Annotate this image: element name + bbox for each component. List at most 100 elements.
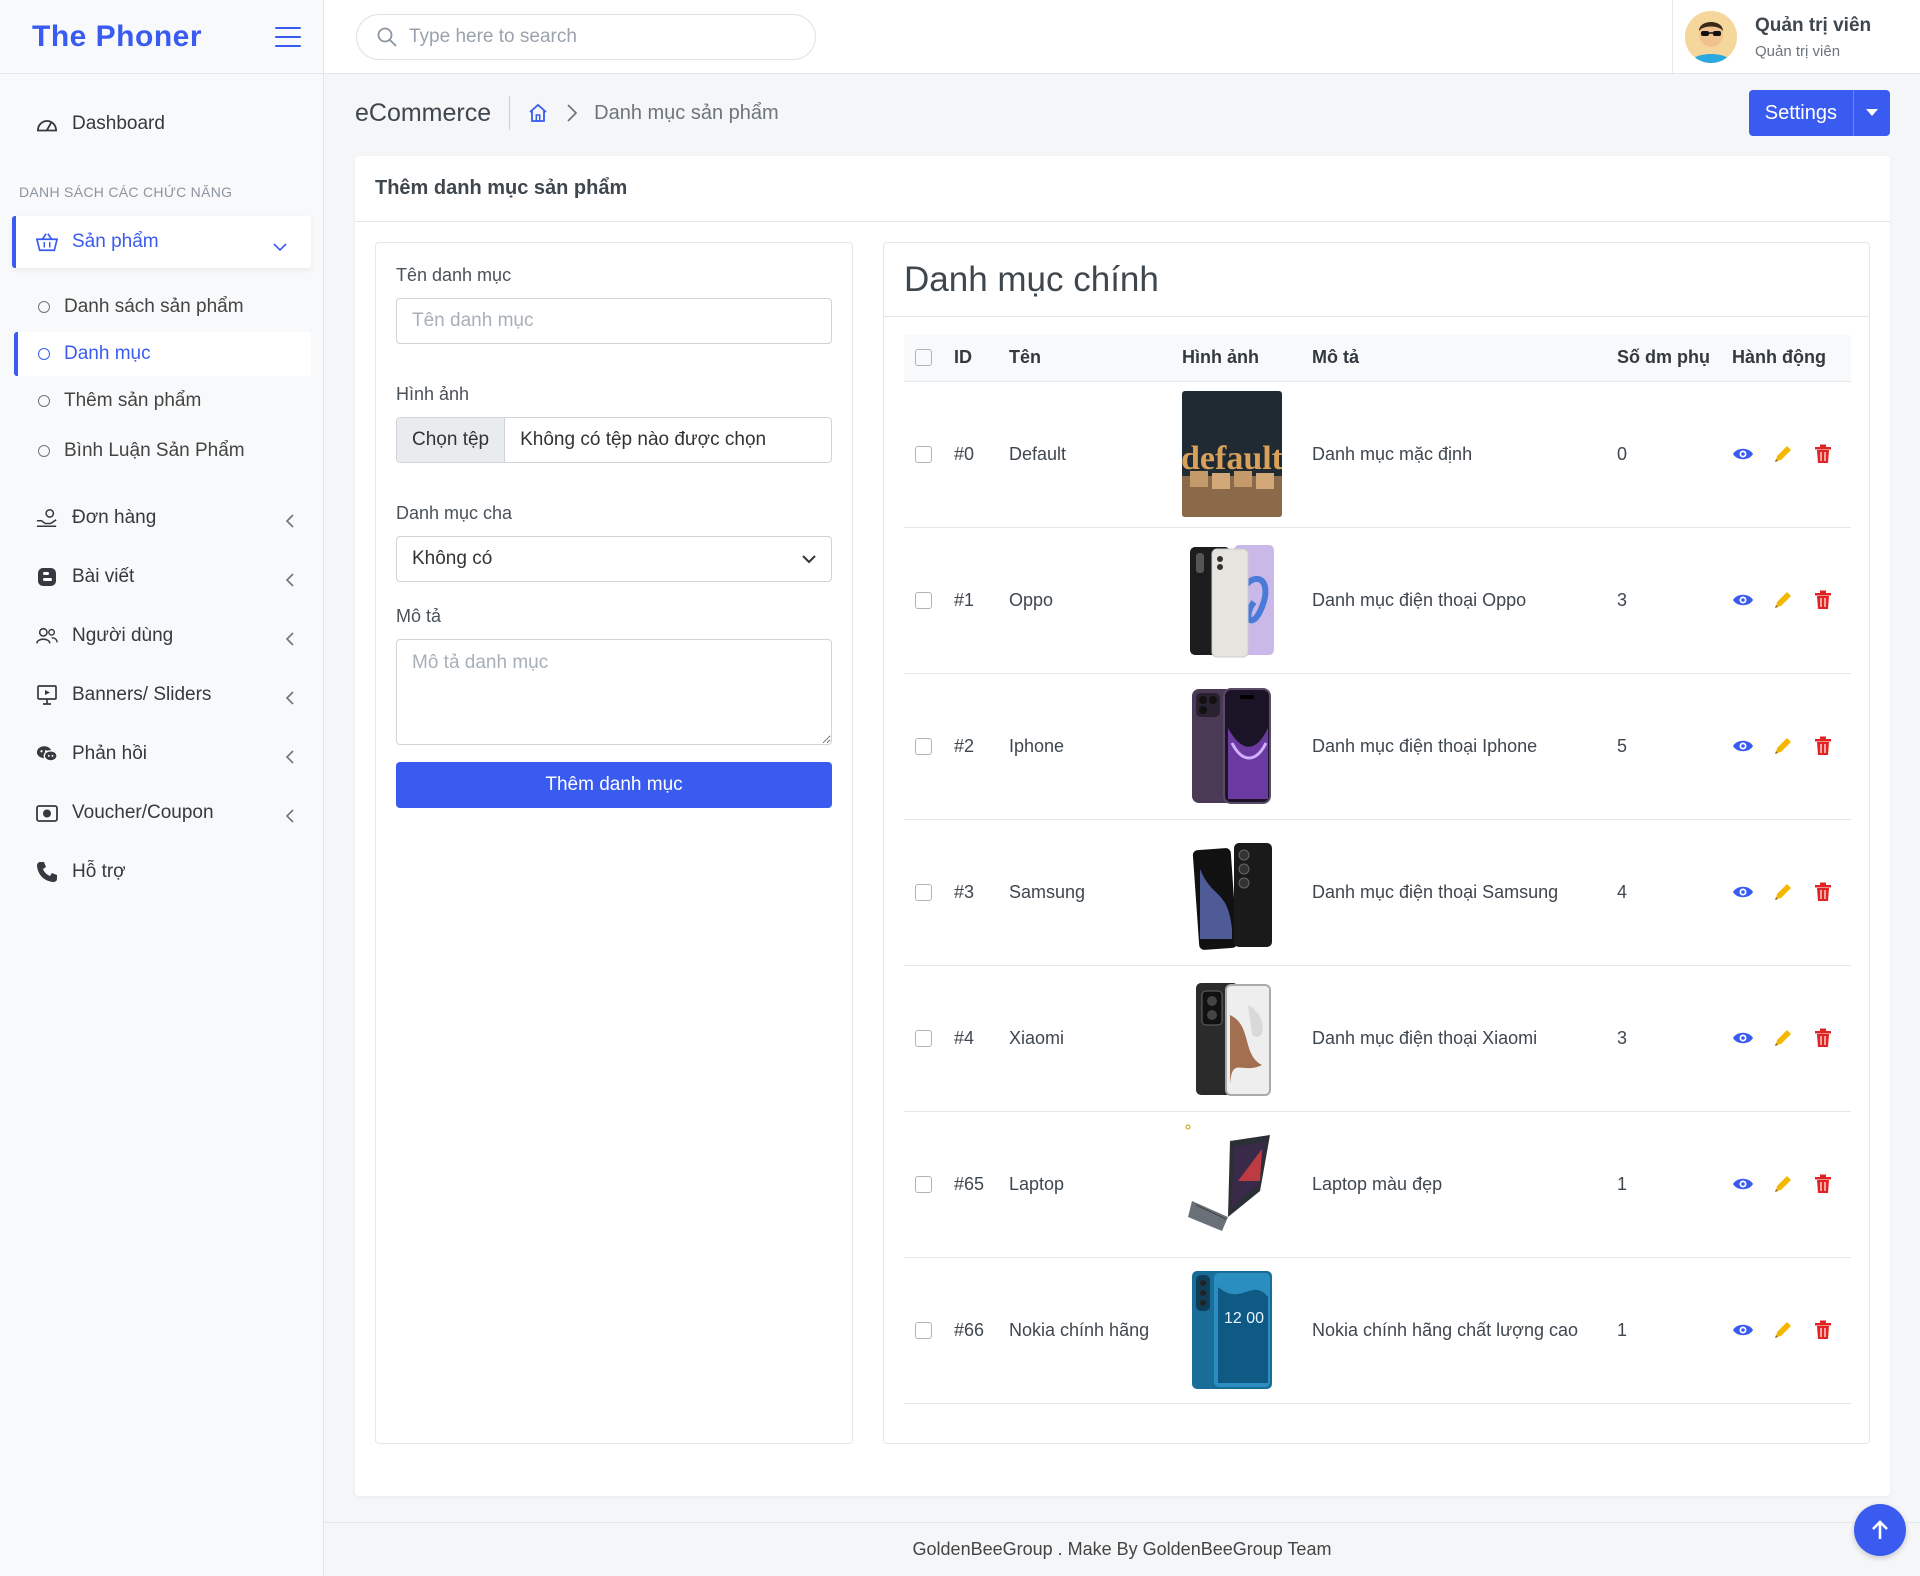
parent-category-select[interactable]: Không có <box>396 536 832 582</box>
sidebar-item-feedback[interactable]: Phản hồi <box>0 724 323 783</box>
image-text: default <box>1182 440 1282 477</box>
row-checkbox[interactable] <box>915 737 932 755</box>
chevron-left-icon <box>285 689 297 705</box>
sidebar-item-posts[interactable]: Bài viết <box>0 547 323 606</box>
cell-id: #66 <box>954 1257 1009 1404</box>
settings-button[interactable]: Settings <box>1748 90 1890 136</box>
search-input[interactable] <box>409 26 789 48</box>
hand-money-icon <box>36 507 58 529</box>
edit-icon[interactable] <box>1772 735 1794 757</box>
settings-button-label: Settings <box>1749 90 1854 136</box>
sidebar-subitem-label: Bình Luận Sản Phẩm <box>64 440 245 461</box>
view-icon[interactable] <box>1732 443 1754 465</box>
brand-title[interactable]: The Phoner <box>32 20 202 54</box>
gauge-icon <box>36 113 58 135</box>
cell-sub-count: 1 <box>1617 1111 1732 1258</box>
row-checkbox[interactable] <box>915 883 932 901</box>
edit-icon[interactable] <box>1772 1319 1794 1341</box>
delete-icon[interactable] <box>1812 1319 1834 1341</box>
row-checkbox[interactable] <box>915 1029 932 1047</box>
image-text: 12 00 <box>1224 1310 1264 1327</box>
sidebar-item-dashboard[interactable]: Dashboard <box>0 102 323 146</box>
col-header-description: Mô tả <box>1308 335 1617 382</box>
view-icon[interactable] <box>1732 1319 1754 1341</box>
breadcrumb-current: Danh mục sản phẩm <box>594 101 779 124</box>
cell-id: #3 <box>954 819 1009 966</box>
brand-bar: The Phoner <box>0 0 323 74</box>
col-header-id[interactable]: ID <box>954 335 1009 382</box>
row-checkbox[interactable] <box>915 591 932 609</box>
col-header-name[interactable]: Tên <box>1009 335 1182 382</box>
categories-table: ID Tên Hình ảnh Mô tả Số dm phụ Hành độn… <box>904 335 1851 1404</box>
view-icon[interactable] <box>1732 589 1754 611</box>
sidebar-item-orders[interactable]: Đơn hàng <box>0 488 323 547</box>
chevron-right-icon <box>566 104 578 122</box>
circle-icon <box>38 348 50 360</box>
category-card: Thêm danh mục sản phẩm Tên danh mục Hình… <box>355 156 1890 1496</box>
cell-description: Danh mục điện thoại Oppo <box>1308 527 1617 674</box>
search-box[interactable] <box>356 14 816 60</box>
row-checkbox[interactable] <box>915 1175 932 1193</box>
sidebar-item-label: Sản phẩm <box>72 231 159 252</box>
cell-description: Danh mục mặc định <box>1308 381 1617 528</box>
avatar[interactable] <box>1685 11 1737 63</box>
sidebar-item-banners[interactable]: Banners/ Sliders <box>0 665 323 724</box>
sidebar-item-label: Đơn hàng <box>72 506 157 528</box>
add-category-button[interactable]: Thêm danh mục <box>396 762 832 808</box>
description-textarea[interactable] <box>396 639 832 745</box>
sidebar-subitem-categories[interactable]: Danh mục <box>14 332 311 376</box>
cell-id: #1 <box>954 527 1009 674</box>
row-checkbox[interactable] <box>915 445 932 463</box>
sidebar-item-voucher[interactable]: Voucher/Coupon <box>0 783 323 842</box>
home-icon[interactable] <box>528 103 548 123</box>
delete-icon[interactable] <box>1812 881 1834 903</box>
sidebar-item-products[interactable]: Sản phẩm <box>12 216 311 268</box>
delete-icon[interactable] <box>1812 443 1834 465</box>
edit-icon[interactable] <box>1772 1027 1794 1049</box>
table-row: #65 Laptop Laptop màu đẹp 1 <box>904 1111 1851 1258</box>
sidebar-item-label: Người dùng <box>72 624 174 646</box>
view-icon[interactable] <box>1732 1173 1754 1195</box>
sidebar-item-label: Voucher/Coupon <box>72 801 214 823</box>
category-image <box>1182 537 1282 663</box>
edit-icon[interactable] <box>1772 1173 1794 1195</box>
edit-icon[interactable] <box>1772 443 1794 465</box>
camera-icon <box>36 802 58 824</box>
sidebar-subitem-product-reviews[interactable]: Bình Luận Sản Phẩm <box>0 426 323 476</box>
chevron-left-icon <box>285 571 297 587</box>
view-icon[interactable] <box>1732 881 1754 903</box>
table-title: Danh mục chính <box>884 243 1869 317</box>
sidebar-item-users[interactable]: Người dùng <box>0 606 323 665</box>
col-header-sub-count[interactable]: Số dm phụ <box>1617 335 1732 382</box>
sidebar-subitem-product-list[interactable]: Danh sách sản phẩm <box>0 282 323 332</box>
caret-down-icon[interactable] <box>1854 90 1890 136</box>
delete-icon[interactable] <box>1812 589 1834 611</box>
sidebar-subitem-add-product[interactable]: Thêm sản phẩm <box>0 376 323 426</box>
scroll-to-top-button[interactable] <box>1854 1504 1906 1556</box>
table-row: #4 Xiaomi Danh mục điện thoại Xiaomi 3 <box>904 965 1851 1112</box>
cell-description: Nokia chính hãng chất lượng cao <box>1308 1257 1617 1404</box>
cell-description: Danh mục điện thoại Iphone <box>1308 673 1617 820</box>
category-image <box>1182 1121 1282 1247</box>
breadcrumb-divider <box>509 96 511 130</box>
sidebar-item-support[interactable]: Hỗ trợ <box>0 842 323 901</box>
view-icon[interactable] <box>1732 1027 1754 1049</box>
view-icon[interactable] <box>1732 735 1754 757</box>
delete-icon[interactable] <box>1812 735 1834 757</box>
category-image: 12 00 <box>1182 1267 1282 1393</box>
hamburger-menu-icon[interactable] <box>275 26 301 47</box>
row-checkbox[interactable] <box>915 1321 932 1339</box>
choose-file-button[interactable]: Chọn tệp <box>397 418 506 462</box>
sidebar-subitem-label: Thêm sản phẩm <box>64 390 202 411</box>
delete-icon[interactable] <box>1812 1027 1834 1049</box>
category-name-input[interactable] <box>396 298 832 344</box>
user-menu[interactable]: Quản trị viên Quản trị viên <box>1672 0 1920 74</box>
select-all-checkbox[interactable] <box>915 349 932 367</box>
cell-id: #65 <box>954 1111 1009 1258</box>
edit-icon[interactable] <box>1772 881 1794 903</box>
edit-icon[interactable] <box>1772 589 1794 611</box>
delete-icon[interactable] <box>1812 1173 1834 1195</box>
cell-sub-count: 3 <box>1617 965 1732 1112</box>
chat-icon <box>36 743 58 765</box>
image-file-input[interactable]: Chọn tệp Không có tệp nào được chọn <box>396 417 832 463</box>
